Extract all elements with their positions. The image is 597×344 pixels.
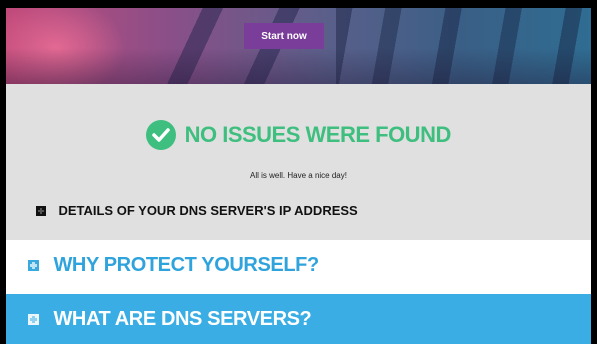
dns-details-label: DETAILS OF YOUR DNS SERVER'S IP ADDRESS — [58, 203, 358, 219]
expand-plus-icon — [28, 260, 39, 271]
hero-background-shade — [6, 48, 591, 84]
expand-plus-icon — [28, 314, 39, 325]
check-circle-icon — [146, 120, 177, 150]
dns-details-toggle[interactable]: DETAILS OF YOUR DNS SERVER'S IP ADDRESS — [36, 202, 358, 222]
why-protect-toggle[interactable]: WHY PROTECT YOURSELF? — [28, 254, 319, 277]
expand-plus-icon — [36, 205, 46, 216]
why-protect-section[interactable]: WHY PROTECT YOURSELF? — [6, 240, 591, 294]
page-viewport: Start now NO ISSUES WERE FOUND All is we… — [6, 8, 591, 344]
status-row: NO ISSUES WERE FOUND — [6, 120, 591, 154]
hero-banner: Start now — [6, 8, 591, 84]
what-are-dns-section[interactable]: WHAT ARE DNS SERVERS? — [6, 294, 591, 344]
result-panel: NO ISSUES WERE FOUND All is well. Have a… — [6, 84, 591, 240]
screenshot-frame: Start now NO ISSUES WERE FOUND All is we… — [0, 0, 597, 344]
status-heading: NO ISSUES WERE FOUND — [146, 120, 451, 150]
what-are-dns-label: WHAT ARE DNS SERVERS? — [53, 308, 312, 330]
start-now-button[interactable]: Start now — [244, 23, 324, 49]
status-title: NO ISSUES WERE FOUND — [184, 122, 452, 147]
why-protect-label: WHY PROTECT YOURSELF? — [53, 254, 319, 276]
status-subtitle: All is well. Have a nice day! — [250, 171, 347, 180]
what-are-dns-toggle[interactable]: WHAT ARE DNS SERVERS? — [28, 308, 312, 331]
